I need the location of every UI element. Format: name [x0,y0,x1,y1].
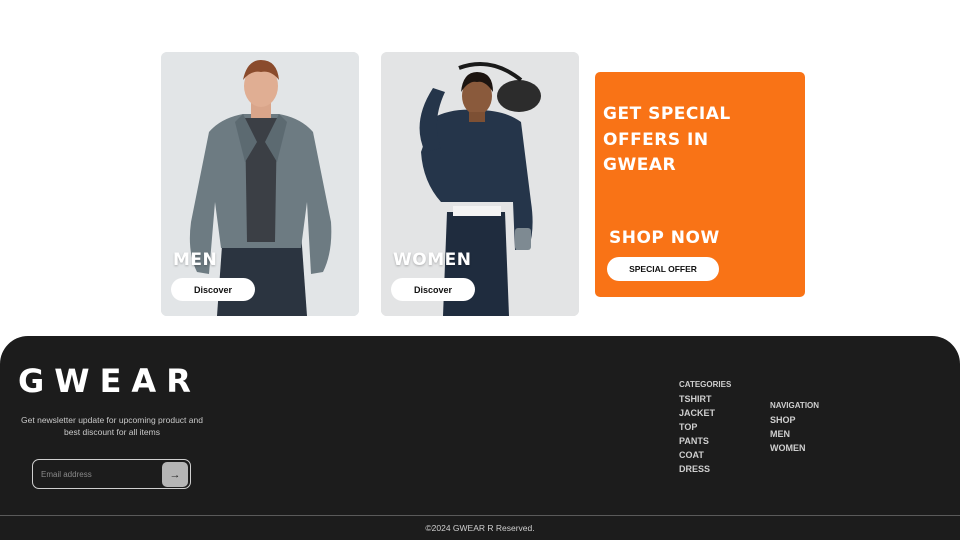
arrow-right-icon: → [169,468,181,481]
email-input[interactable] [41,466,161,482]
special-offer-banner: GET SPECIAL OFFERS IN GWEAR SHOP NOW SPE… [595,72,805,297]
men-card-title: MEN [173,250,218,270]
category-link-tshirt[interactable]: TSHIRT [679,394,731,408]
page: MEN Discover WOMEN Discover GET SPECIAL … [0,0,960,540]
brand-logo: GWEAR [18,362,201,400]
offer-title: GET SPECIAL OFFERS IN GWEAR [603,104,731,175]
newsletter-submit-button[interactable]: → [162,462,188,487]
men-category-card[interactable]: MEN Discover [161,52,359,316]
footer-categories: CATEGORIES TSHIRT JACKET TOP PANTS COAT … [679,380,731,478]
nav-link-men[interactable]: MEN [770,429,819,443]
shop-now-heading: SHOP NOW [609,228,720,248]
category-link-coat[interactable]: COAT [679,450,731,464]
special-offer-button[interactable]: SPECIAL OFFER [607,257,719,281]
men-discover-button[interactable]: Discover [171,278,255,301]
footer-divider [0,515,960,516]
footer: GWEAR Get newsletter update for upcoming… [0,336,960,540]
newsletter-form: → [32,459,191,489]
category-link-dress[interactable]: DRESS [679,464,731,478]
copyright-text: ©2024 GWEAR R Reserved. [425,523,535,533]
navigation-heading: NAVIGATION [770,401,820,410]
category-link-pants[interactable]: PANTS [679,436,731,450]
category-link-jacket[interactable]: JACKET [679,408,731,422]
categories-heading: CATEGORIES [679,380,732,389]
men-model-photo [161,52,359,316]
newsletter-tagline: Get newsletter update for upcoming produ… [21,415,203,437]
nav-link-women[interactable]: WOMEN [770,443,819,457]
footer-navigation: NAVIGATION SHOP MEN WOMEN [770,401,819,457]
women-card-title: WOMEN [393,250,472,270]
women-discover-button[interactable]: Discover [391,278,475,301]
women-model-photo [381,52,579,316]
women-category-card[interactable]: WOMEN Discover [381,52,579,316]
category-link-top[interactable]: TOP [679,422,731,436]
nav-link-shop[interactable]: SHOP [770,415,819,429]
